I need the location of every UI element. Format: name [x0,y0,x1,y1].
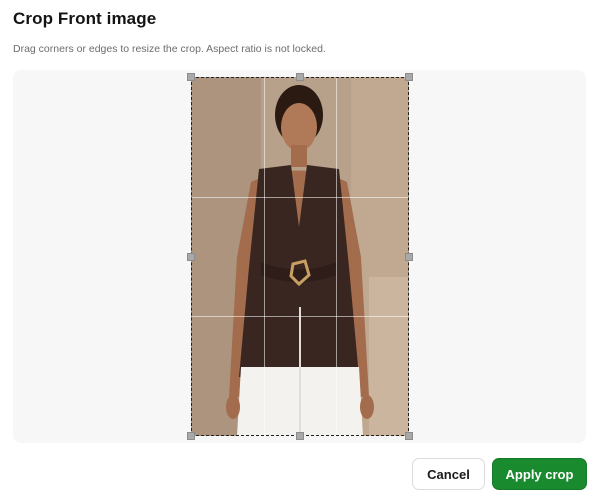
crop-frame[interactable] [187,73,413,440]
crop-handle-top[interactable] [296,73,304,81]
crop-dialog: Crop Front image Drag corners or edges t… [0,0,602,497]
crop-handle-bottom[interactable] [296,432,304,440]
grid-line-vertical-2 [335,78,337,435]
crop-handle-bottom-right[interactable] [405,432,413,440]
dialog-subtitle: Drag corners or edges to resize the crop… [13,43,326,55]
grid-line-vertical-1 [263,78,265,435]
cancel-button[interactable]: Cancel [412,458,485,490]
crop-handle-left[interactable] [187,252,195,261]
crop-stage [13,70,586,443]
crop-handle-top-left[interactable] [187,73,195,81]
crop-handle-right[interactable] [405,252,413,261]
dialog-title: Crop Front image [13,9,157,28]
crop-handle-bottom-left[interactable] [187,432,195,440]
crop-handle-top-right[interactable] [405,73,413,81]
grid-line-horizontal-1 [192,196,408,198]
grid-line-horizontal-2 [192,315,408,317]
apply-crop-button[interactable]: Apply crop [492,458,587,490]
